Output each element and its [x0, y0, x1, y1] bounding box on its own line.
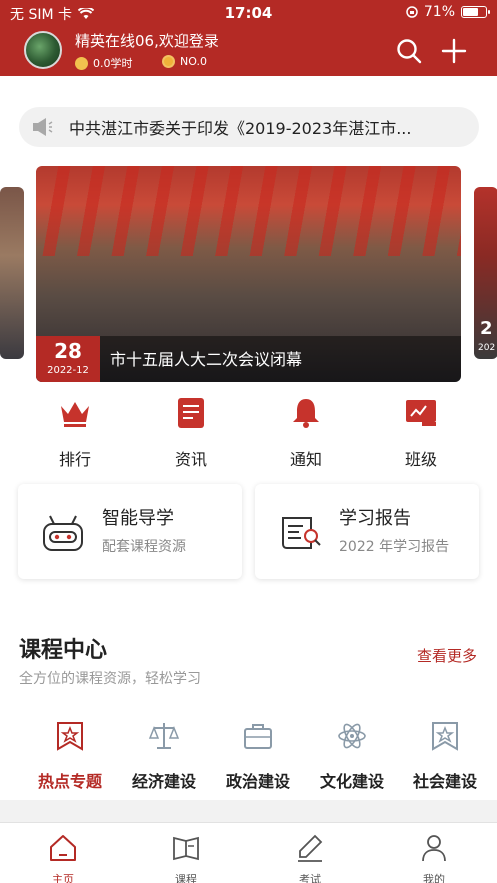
- scale-icon: [148, 723, 180, 749]
- carousel-prev-slide[interactable]: [0, 187, 24, 359]
- category-label: 文化建设: [319, 772, 384, 791]
- card-study-report[interactable]: 学习报告 2022 年学习报告: [255, 484, 479, 579]
- user-icon: [422, 835, 446, 862]
- next-slide-year: 202: [478, 343, 496, 353]
- course-center-subtitle: 全方位的课程资源，轻松学习: [19, 671, 201, 687]
- tab-courses[interactable]: 课程: [151, 833, 221, 883]
- robot-icon: [43, 515, 83, 551]
- category-label: 政治建设: [225, 772, 290, 791]
- book-icon: [173, 836, 199, 861]
- report-icon: [282, 517, 321, 549]
- slide-day: 28: [54, 339, 82, 363]
- study-hours-value: 0.0学时: [93, 57, 133, 70]
- tab-label: 主页: [52, 873, 74, 883]
- pencil-icon: [298, 834, 323, 862]
- category-label: 经济建设: [131, 772, 196, 791]
- slide-image: [36, 166, 461, 256]
- card-title: 学习报告: [339, 508, 411, 529]
- status-bar: 无 SIM 卡 17:04 71%: [0, 0, 497, 26]
- briefcase-icon: [244, 724, 272, 749]
- study-hours: 0.0学时: [75, 55, 133, 71]
- rank-info: NO.0: [162, 55, 207, 68]
- app-header: 无 SIM 卡 17:04 71% 精英在线06,欢迎登录 0.0学时 NO.0: [0, 0, 497, 76]
- star-badge-icon: [432, 722, 458, 751]
- avatar[interactable]: [24, 31, 62, 69]
- category-label: 社会建设: [412, 772, 477, 791]
- bottom-tab-bar: 主页 课程 考试 我的: [0, 822, 497, 883]
- orientation-lock-icon: [406, 6, 418, 18]
- tab-profile[interactable]: 我的: [399, 833, 469, 883]
- star-badge-icon: [57, 722, 83, 751]
- slide-year-month: 2022-12: [47, 365, 89, 376]
- card-smart-guide[interactable]: 智能导学 配套课程资源: [18, 484, 242, 579]
- tab-label: 课程: [175, 873, 197, 883]
- view-more-link[interactable]: 查看更多: [417, 645, 477, 666]
- card-title: 智能导学: [102, 508, 174, 529]
- quick-nav-label: 班级: [404, 450, 437, 469]
- quick-nav-ranking[interactable]: 排行: [35, 396, 115, 470]
- bell-icon: [293, 399, 319, 428]
- next-slide-day: 2: [480, 318, 493, 339]
- quick-nav-news[interactable]: 资讯: [151, 396, 231, 470]
- course-center-title: 课程中心: [19, 638, 108, 663]
- category-hot-topics[interactable]: 热点专题: [23, 720, 117, 802]
- category-culture[interactable]: 文化建设: [305, 720, 399, 792]
- quick-nav-label: 资讯: [174, 450, 207, 469]
- tab-label: 考试: [299, 873, 321, 883]
- atom-icon: [338, 723, 366, 749]
- battery-icon: [461, 6, 490, 18]
- search-icon[interactable]: [396, 38, 422, 64]
- crown-icon: [61, 402, 89, 427]
- add-icon[interactable]: [441, 38, 467, 64]
- category-economy[interactable]: 经济建设: [117, 720, 211, 792]
- tab-label: 我的: [423, 873, 445, 883]
- quick-nav-class[interactable]: 班级: [381, 396, 461, 470]
- battery-percent: 71%: [423, 4, 455, 20]
- carousel-slide[interactable]: 28 2022-12 市十五届人大二次会议闭幕: [36, 166, 461, 382]
- coin-icon: [75, 56, 88, 70]
- class-icon: [406, 400, 436, 426]
- status-right: 71%: [406, 4, 490, 20]
- category-society[interactable]: 社会建设: [398, 720, 492, 792]
- home-icon: [50, 835, 76, 861]
- notice-text: 中共湛江市委关于印发《2019-2023年湛江市...: [69, 119, 412, 138]
- category-label: 热点专题: [37, 772, 102, 791]
- card-subtitle: 配套课程资源: [102, 539, 186, 555]
- quick-nav-notice[interactable]: 通知: [266, 396, 346, 470]
- card-subtitle: 2022 年学习报告: [339, 539, 450, 555]
- slide-title: 市十五届人大二次会议闭幕: [110, 350, 303, 369]
- quick-nav-label: 排行: [58, 450, 91, 469]
- news-icon: [178, 398, 204, 428]
- notice-bar[interactable]: 中共湛江市委关于印发《2019-2023年湛江市...: [19, 107, 479, 147]
- rank-value: NO.0: [180, 55, 207, 68]
- tab-exams[interactable]: 考试: [275, 833, 345, 883]
- medal-icon: [162, 55, 175, 68]
- quick-nav-label: 通知: [289, 450, 322, 469]
- slide-date: 28 2022-12: [36, 336, 100, 382]
- carousel-next-slide[interactable]: 2 202: [474, 187, 497, 359]
- home-content: 中共湛江市委关于印发《2019-2023年湛江市... 28 2022-12 市…: [0, 76, 497, 802]
- quick-nav: 排行 资讯 通知 班级: [0, 396, 497, 469]
- tab-home[interactable]: 主页: [28, 833, 98, 883]
- welcome-text[interactable]: 精英在线06,欢迎登录: [75, 30, 219, 51]
- category-politics[interactable]: 政治建设: [211, 720, 305, 792]
- section-divider: [0, 800, 497, 822]
- speaker-icon: [33, 118, 53, 136]
